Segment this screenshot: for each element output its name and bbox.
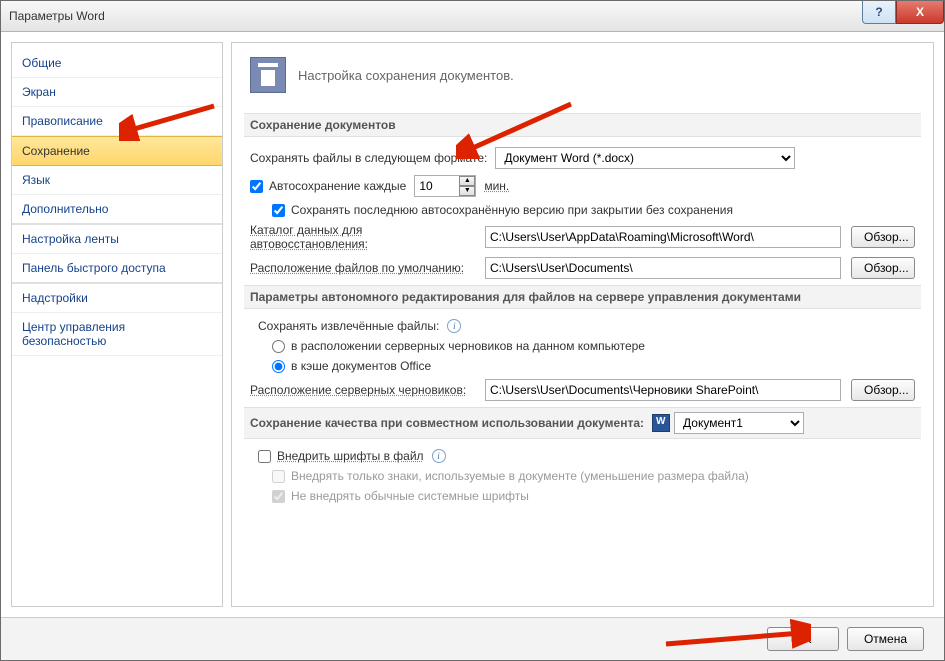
category-sidebar: Общие Экран Правописание Сохранение Язык… <box>11 42 223 607</box>
checkbox-keep-last-input[interactable] <box>272 204 285 217</box>
label-server-drafts-path: Расположение серверных черновиков: <box>250 383 475 397</box>
label-keep-last: Сохранять последнюю автосохранённую верс… <box>291 203 733 217</box>
select-save-format[interactable]: Документ Word (*.docx) <box>495 147 795 169</box>
sidebar-item-ribbon[interactable]: Настройка ленты <box>12 225 222 254</box>
titlebar: Параметры Word ? X <box>1 1 944 32</box>
browse-server-drafts-button[interactable]: Обзор... <box>851 379 915 401</box>
sidebar-item-trust[interactable]: Центр управления безопасностью <box>12 313 222 356</box>
checkbox-embed-fonts[interactable]: Внедрить шрифты в файл <box>258 449 424 463</box>
radio-office-cache[interactable]: в кэше документов Office <box>272 359 431 373</box>
dialog-footer: OK Отмена <box>1 617 944 660</box>
main-panel: Настройка сохранения документов. Сохране… <box>231 42 934 607</box>
row-keep-last: Сохранять последнюю автосохранённую верс… <box>250 203 915 217</box>
row-server-drafts-path: Расположение серверных черновиков: Обзор… <box>250 379 915 401</box>
row-default-location: Расположение файлов по умолчанию: Обзор.… <box>250 257 915 279</box>
sidebar-item-proofing[interactable]: Правописание <box>12 107 222 136</box>
panel-header-text: Настройка сохранения документов. <box>298 68 514 83</box>
row-radio-office-cache: в кэше документов Office <box>250 359 915 373</box>
label-autorecover-path: Каталог данных для автовосстановления: <box>250 223 475 251</box>
ok-button[interactable]: OK <box>767 627 839 651</box>
browse-autorecover-button[interactable]: Обзор... <box>851 226 915 248</box>
checkbox-autosave-input[interactable] <box>250 180 263 193</box>
checkbox-embed-fonts-input[interactable] <box>258 450 271 463</box>
checkbox-embed-sub2-input <box>272 490 285 503</box>
sidebar-item-save[interactable]: Сохранение <box>12 136 222 166</box>
sidebar-item-addins[interactable]: Надстройки <box>12 284 222 313</box>
label-embed-sub1: Внедрять только знаки, используемые в до… <box>291 469 749 483</box>
row-extracted-files: Сохранять извлечённые файлы: i <box>250 319 915 333</box>
checkbox-keep-last[interactable]: Сохранять последнюю автосохранённую верс… <box>272 203 733 217</box>
row-embed-sub2: Не внедрять обычные системные шрифты <box>250 489 915 503</box>
document-selector: Документ1 <box>652 412 804 434</box>
label-embed-sub2: Не внедрять обычные системные шрифты <box>291 489 529 503</box>
spinner-down-icon[interactable]: ▼ <box>459 186 475 196</box>
sidebar-item-language[interactable]: Язык <box>12 166 222 195</box>
sidebar-item-advanced[interactable]: Дополнительно <box>12 195 222 225</box>
label-default-location: Расположение файлов по умолчанию: <box>250 261 475 275</box>
info-icon[interactable]: i <box>432 449 446 463</box>
label-radio-office-cache: в кэше документов Office <box>291 359 431 373</box>
label-extracted-files: Сохранять извлечённые файлы: <box>258 319 439 333</box>
spinner-up-icon[interactable]: ▲ <box>459 176 475 186</box>
input-autorecover-path[interactable] <box>485 226 841 248</box>
radio-server-drafts-input[interactable] <box>272 340 285 353</box>
info-icon[interactable]: i <box>447 319 461 333</box>
spinner-autosave-minutes: ▲ ▼ <box>414 175 476 197</box>
section-offline-editing: Параметры автономного редактирования для… <box>244 285 921 309</box>
close-button[interactable]: X <box>896 1 944 24</box>
checkbox-embed-sub2: Не внедрять обычные системные шрифты <box>272 489 529 503</box>
word-doc-icon <box>652 414 670 432</box>
sidebar-item-display[interactable]: Экран <box>12 78 222 107</box>
row-radio-server-drafts: в расположении серверных черновиков на д… <box>250 339 915 353</box>
input-default-location[interactable] <box>485 257 841 279</box>
row-autorecover-path: Каталог данных для автовосстановления: О… <box>250 223 915 251</box>
section-save-documents: Сохранение документов <box>244 113 921 137</box>
row-save-format: Сохранять файлы в следующем формате: Док… <box>250 147 915 169</box>
checkbox-embed-sub1-input <box>272 470 285 483</box>
label-preserve-fidelity: Сохранение качества при совместном испол… <box>250 416 644 430</box>
row-embed-sub1: Внедрять только знаки, используемые в до… <box>250 469 915 483</box>
panel-header: Настройка сохранения документов. <box>250 51 915 107</box>
row-embed-fonts: Внедрить шрифты в файл i <box>250 449 915 463</box>
label-save-format: Сохранять файлы в следующем формате: <box>250 151 487 165</box>
checkbox-autosave[interactable]: Автосохранение каждые <box>250 179 406 193</box>
window-title: Параметры Word <box>9 9 105 23</box>
help-button[interactable]: ? <box>862 1 896 24</box>
checkbox-embed-sub1: Внедрять только знаки, используемые в до… <box>272 469 749 483</box>
window-buttons: ? X <box>862 1 944 23</box>
label-autosave-unit: мин. <box>484 179 509 193</box>
dialog-window: Параметры Word ? X Общие Экран Правописа… <box>0 0 945 661</box>
radio-office-cache-input[interactable] <box>272 360 285 373</box>
cancel-button[interactable]: Отмена <box>847 627 924 651</box>
select-document[interactable]: Документ1 <box>674 412 804 434</box>
label-radio-server-drafts: в расположении серверных черновиков на д… <box>291 339 645 353</box>
radio-server-drafts[interactable]: в расположении серверных черновиков на д… <box>272 339 645 353</box>
browse-default-location-button[interactable]: Обзор... <box>851 257 915 279</box>
sidebar-item-qat[interactable]: Панель быстрого доступа <box>12 254 222 284</box>
input-autosave-minutes[interactable] <box>415 176 459 196</box>
input-server-drafts-path[interactable] <box>485 379 841 401</box>
label-autosave: Автосохранение каждые <box>269 179 406 193</box>
save-icon <box>250 57 286 93</box>
row-autosave: Автосохранение каждые ▲ ▼ мин. <box>250 175 915 197</box>
label-embed-fonts: Внедрить шрифты в файл <box>277 449 424 463</box>
sidebar-item-general[interactable]: Общие <box>12 49 222 78</box>
section-preserve-fidelity: Сохранение качества при совместном испол… <box>244 407 921 439</box>
